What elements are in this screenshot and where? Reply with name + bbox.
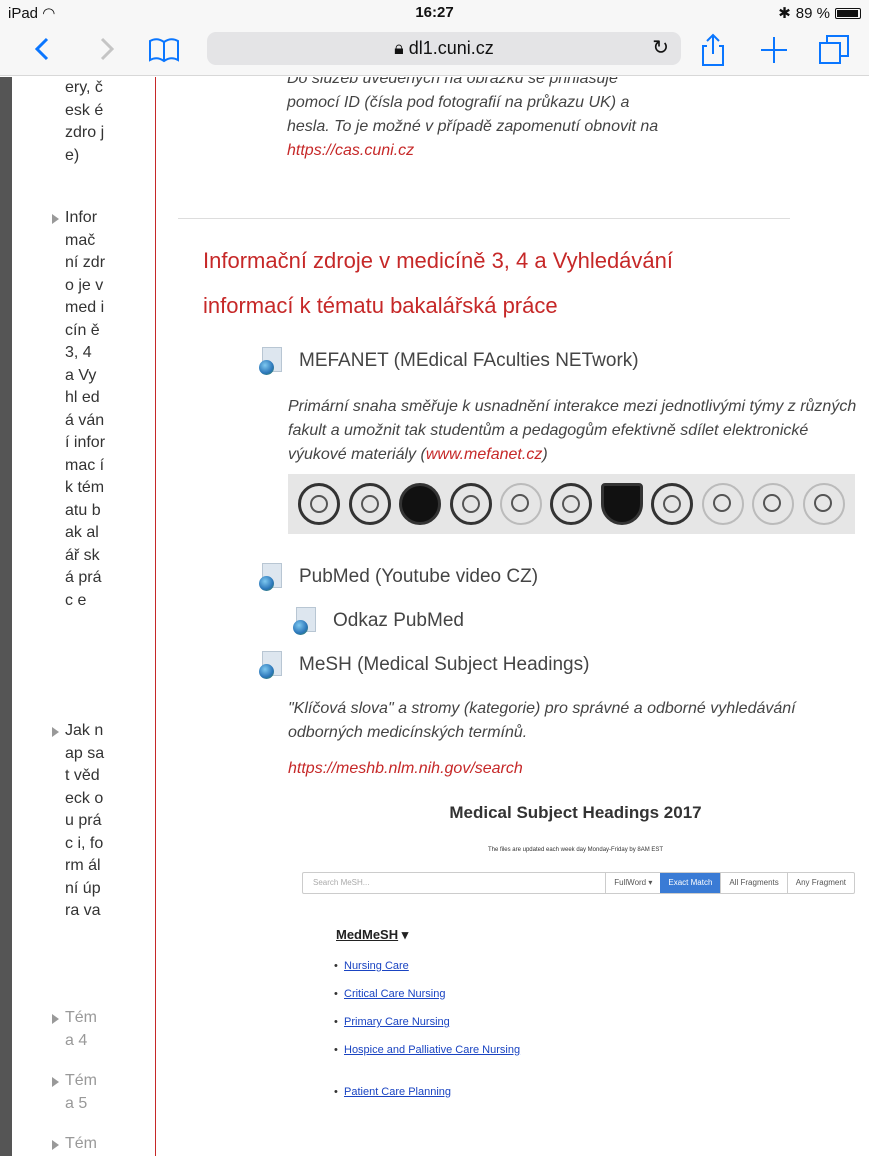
new-tab-icon[interactable] — [758, 32, 790, 68]
reload-icon[interactable]: ↻ — [652, 32, 669, 65]
mesh-list-item: Patient Care Planning — [334, 1085, 534, 1099]
faculty-seal-icon — [449, 483, 492, 525]
mefanet-link[interactable]: www.mefanet.cz — [426, 446, 542, 463]
mefanet-desc: Primární snaha směřuje k usnadnění inter… — [288, 398, 857, 463]
mesh-description: "Klíčová slova" a stromy (kategorie) pro… — [288, 700, 796, 741]
triangle-icon — [52, 1077, 59, 1087]
web-link-icon — [259, 563, 285, 591]
faculty-seal-icon — [348, 483, 391, 525]
caret-down-icon: ▾ — [401, 927, 409, 942]
any-fragment-button: Any Fragment — [786, 873, 854, 893]
status-bar: iPad ◠ 16:27 ✱ 89 % — [0, 0, 869, 26]
web-link-icon — [293, 607, 319, 635]
medmesh-dropdown: MedMeSH ▾ — [336, 927, 408, 943]
mesh-screenshot: Medical Subject Headings 2017 The files … — [288, 787, 863, 1156]
all-fragments-button: All Fragments — [720, 873, 786, 893]
mesh-search-input: Search MeSH... — [313, 878, 370, 887]
faculty-seal-icon — [651, 483, 694, 525]
triangle-icon — [52, 727, 59, 737]
faculty-seal-icon — [500, 483, 543, 525]
pubmed-title: PubMed (Youtube video CZ) — [299, 566, 539, 587]
intro-paragraph: Do služeb uvedených na obrázku se přihla… — [287, 77, 659, 163]
odkaz-pubmed-title: Odkaz PubMed — [333, 610, 464, 631]
status-time: 16:27 — [415, 4, 454, 21]
status-right: ✱ 89 % — [778, 4, 861, 22]
sidebar-item-tema[interactable]: Tém — [65, 1133, 105, 1156]
shield-icon — [600, 483, 643, 525]
mesh-list-item: Primary Care Nursing — [334, 1015, 534, 1029]
mefanet-title: MEFANET (MEdical FAculties NETwork) — [299, 350, 639, 371]
faculty-seal-icon — [701, 483, 744, 525]
heart-pulse-icon — [399, 483, 442, 525]
left-edge — [0, 77, 12, 1156]
sidebar-item-jak-napsat[interactable]: Jak nap sat věd eck ou prác i, form ální… — [65, 720, 105, 923]
sidebar-item-tema-4[interactable]: Tém a 4 — [65, 1007, 105, 1052]
mefanet-desc-end: ) — [542, 446, 548, 463]
mefanet-description: Primární snaha směřuje k usnadnění inter… — [288, 395, 860, 467]
lock-icon: 🔒︎ — [394, 38, 404, 58]
cas-link[interactable]: https://cas.cuni.cz — [287, 142, 414, 159]
mefanet-item[interactable]: MEFANET (MEdical FAculties NETwork) — [259, 347, 639, 375]
mesh-list-item: Hospice and Palliative Care Nursing — [334, 1043, 534, 1057]
fullword-select: FullWord ▾ — [605, 873, 660, 893]
mesh-image-subtitle: The files are updated each week day Mond… — [487, 847, 664, 853]
forward-icon[interactable] — [95, 32, 117, 66]
triangle-icon — [52, 214, 59, 224]
sidebar-item-informacni-zdroje[interactable]: Infor mač ní zdro je v med icín ě 3, 4 a… — [65, 207, 105, 612]
page-content: ery, česk é zdro je) Infor mač ní zdro j… — [0, 77, 869, 1156]
exact-match-button: Exact Match — [660, 873, 721, 893]
tabs-icon[interactable] — [817, 32, 853, 68]
pubmed-item[interactable]: PubMed (Youtube video CZ) — [259, 563, 538, 591]
faculty-seal-icon — [298, 483, 341, 525]
battery-icon — [835, 7, 861, 19]
web-link-icon — [259, 347, 285, 375]
section-heading-line2: informací k tématu bakalářská práce — [203, 293, 558, 318]
intro-text: Do služeb uvedených na obrázku se přihla… — [287, 77, 659, 135]
browser-toolbar: 🔒︎ dl1.cuni.cz ↻ — [0, 26, 869, 76]
bookmarks-icon[interactable] — [147, 32, 181, 66]
sidebar-item-tema-5[interactable]: Tém a 5 — [65, 1070, 105, 1115]
web-link-icon — [259, 651, 285, 679]
faculty-logos — [288, 474, 855, 534]
swirl-icon — [802, 483, 845, 525]
dna-icon — [550, 483, 593, 525]
medmesh-label: MedMeSH — [336, 927, 399, 942]
mesh-search-bar: Search MeSH... FullWord ▾ Exact Match Al… — [302, 872, 855, 894]
mesh-list-item: Critical Care Nursing — [334, 987, 534, 1001]
sidebar-item-zdroje[interactable]: ery, česk é zdro je) — [65, 77, 105, 167]
battery-percent: 89 % — [795, 4, 830, 22]
bluetooth-icon: ✱ — [778, 5, 791, 22]
mesh-image-title: Medical Subject Headings 2017 — [449, 803, 702, 822]
mesh-link[interactable]: https://meshb.nlm.nih.gov/search — [288, 757, 523, 781]
mesh-list-item: Nursing Care — [334, 959, 534, 973]
mesh-item[interactable]: MeSH (Medical Subject Headings) — [259, 651, 589, 679]
address-domain: dl1.cuni.cz — [408, 38, 494, 58]
section-heading-line1: Informační zdroje v medicíně 3, 4 a Vyhl… — [203, 248, 673, 273]
triangle-icon — [52, 1014, 59, 1024]
mesh-title: MeSH (Medical Subject Headings) — [299, 654, 590, 675]
odkaz-pubmed-item[interactable]: Odkaz PubMed — [293, 607, 464, 635]
divider — [178, 218, 790, 219]
back-icon[interactable] — [32, 32, 54, 66]
sidebar: ery, česk é zdro je) Infor mač ní zdro j… — [12, 77, 156, 1156]
share-icon[interactable] — [697, 32, 729, 68]
address-bar[interactable]: 🔒︎ dl1.cuni.cz ↻ — [207, 32, 681, 65]
faculty-seal-icon — [752, 483, 795, 525]
triangle-icon — [52, 1140, 59, 1150]
